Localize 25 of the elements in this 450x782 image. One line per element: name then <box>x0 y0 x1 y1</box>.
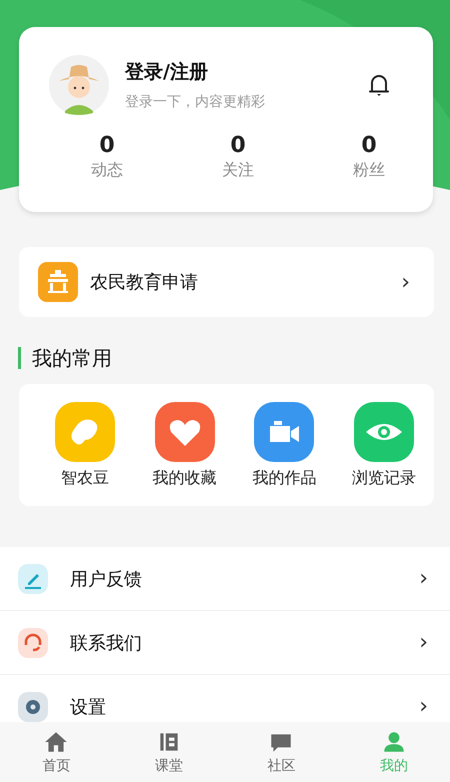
favorite-shortcut[interactable]: 我的作品 <box>244 402 324 488</box>
favorite-shortcut[interactable]: 智农豆 <box>45 402 125 488</box>
stat-count: 0 <box>361 133 377 158</box>
tab[interactable]: 社区 <box>225 722 338 782</box>
section-heading: 我的常用 <box>18 347 450 369</box>
favorite-shortcut[interactable]: 我的收藏 <box>144 402 225 488</box>
stat-count: 0 <box>99 133 115 158</box>
farmer-education-row[interactable]: 农民教育申请 › <box>19 247 434 317</box>
pencil-icon <box>18 564 48 594</box>
school-icon <box>38 262 78 302</box>
stat-label[interactable]: 粉丝 <box>353 160 385 181</box>
tab[interactable]: 课堂 <box>112 722 225 782</box>
stat-label[interactable]: 关注 <box>222 160 254 181</box>
notification-bell-icon[interactable] <box>367 72 391 98</box>
login-register-link[interactable]: 登录/注册 <box>125 59 208 85</box>
bean-icon <box>55 402 115 462</box>
favorite-shortcut[interactable]: 浏览记录 <box>344 402 424 488</box>
tab[interactable]: 首页 <box>0 722 112 782</box>
menu-row[interactable]: 用户反馈 › <box>0 547 450 611</box>
video-icon <box>254 402 314 462</box>
menu-row[interactable]: 联系我们 › <box>0 611 450 675</box>
eye-icon <box>354 402 414 462</box>
login-hint: 登录一下，内容更精彩 <box>125 93 265 111</box>
stat-count: 0 <box>230 133 246 158</box>
stat-label[interactable]: 动态 <box>91 160 123 181</box>
